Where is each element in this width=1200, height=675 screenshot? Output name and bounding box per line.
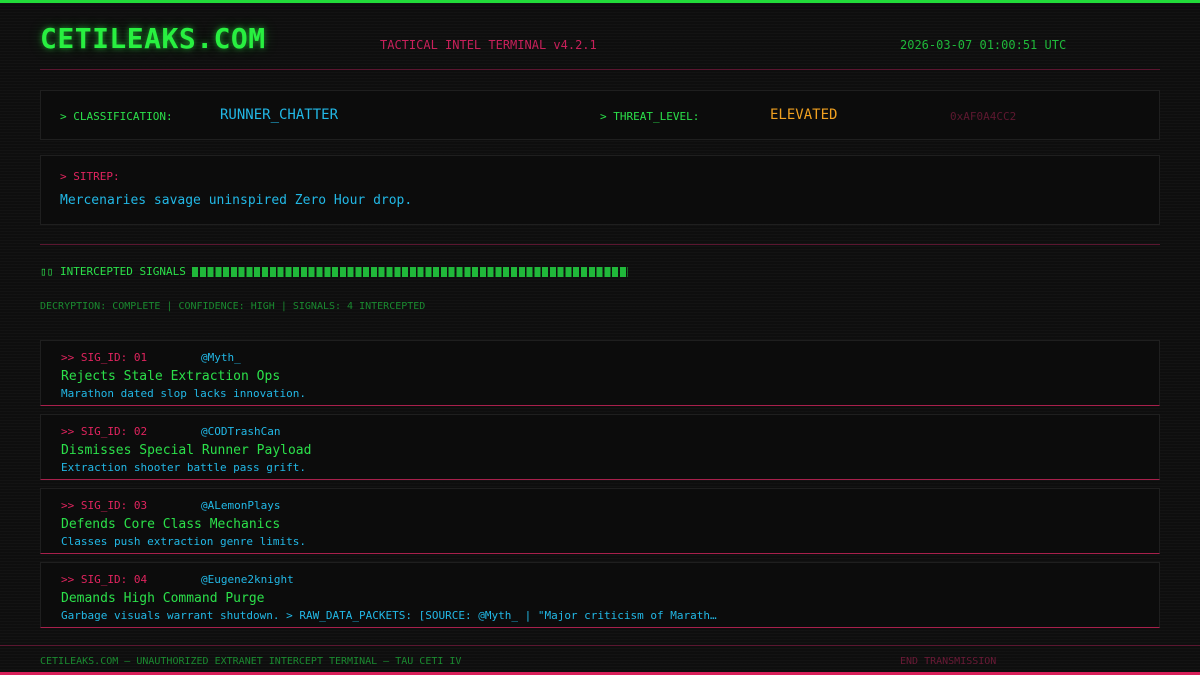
signal-card[interactable]: >> SIG_ID: 01 @Myth_ Rejects Stale Extra… (40, 340, 1160, 406)
signal-description: Extraction shooter battle pass grift. (61, 461, 307, 474)
signal-id: >> SIG_ID: 04 (61, 573, 148, 586)
signal-title: Rejects Stale Extraction Ops (61, 369, 281, 384)
sitrep-text: Mercenaries savage uninspired Zero Hour … (60, 193, 413, 208)
threat-level-value: ELEVATED (770, 107, 838, 123)
classification-label: > CLASSIFICATION: (60, 110, 173, 123)
signal-id: >> SIG_ID: 03 (61, 499, 148, 512)
signal-strength-bar (192, 267, 628, 277)
sitrep-label: > SITREP: (60, 170, 120, 183)
signal-description: Classes push extraction genre limits. (61, 535, 307, 548)
signal-handle[interactable]: @ALemonPlays (201, 499, 280, 512)
signal-card[interactable]: >> SIG_ID: 04 @Eugene2knight Demands Hig… (40, 562, 1160, 628)
terminal-version: TACTICAL INTEL TERMINAL v4.2.1 (380, 38, 597, 52)
end-transmission: END TRANSMISSION (900, 656, 997, 667)
signal-title: Demands High Command Purge (61, 591, 265, 606)
signal-card[interactable]: >> SIG_ID: 03 @ALemonPlays Defends Core … (40, 488, 1160, 554)
signal-handle[interactable]: @CODTrashCan (201, 425, 280, 438)
signal-handle[interactable]: @Myth_ (201, 351, 241, 364)
signal-id: >> SIG_ID: 02 (61, 425, 148, 438)
signal-title: Defends Core Class Mechanics (61, 517, 281, 532)
site-title[interactable]: CETILEAKS.COM (40, 22, 266, 55)
top-accent-bar (0, 0, 1200, 3)
sitrep-panel (40, 155, 1160, 225)
threat-level-label: > THREAT_LEVEL: (600, 110, 700, 123)
hex-code: 0xAF0A4CC2 (950, 110, 1017, 123)
intercepted-signals-heading: INTERCEPTED SIGNALS (60, 265, 186, 278)
timestamp: 2026-03-07 01:00:51 UTC (900, 38, 1067, 52)
signal-handle[interactable]: @Eugene2knight (201, 573, 294, 586)
signal-icon: ▯▯ (40, 265, 54, 278)
header-divider (40, 69, 1160, 70)
footer-text: CETILEAKS.COM — UNAUTHORIZED EXTRANET IN… (40, 656, 462, 667)
footer-divider (0, 645, 1200, 646)
signal-id: >> SIG_ID: 01 (61, 351, 148, 364)
classification-value: RUNNER_CHATTER (220, 107, 339, 123)
signal-description: Marathon dated slop lacks innovation. (61, 387, 307, 400)
signal-title: Dismisses Special Runner Payload (61, 443, 312, 458)
signal-description: Garbage visuals warrant shutdown. > RAW_… (61, 609, 717, 622)
signal-card[interactable]: >> SIG_ID: 02 @CODTrashCan Dismisses Spe… (40, 414, 1160, 480)
section-divider (40, 244, 1160, 245)
decryption-status: DECRYPTION: COMPLETE | CONFIDENCE: HIGH … (40, 301, 426, 312)
